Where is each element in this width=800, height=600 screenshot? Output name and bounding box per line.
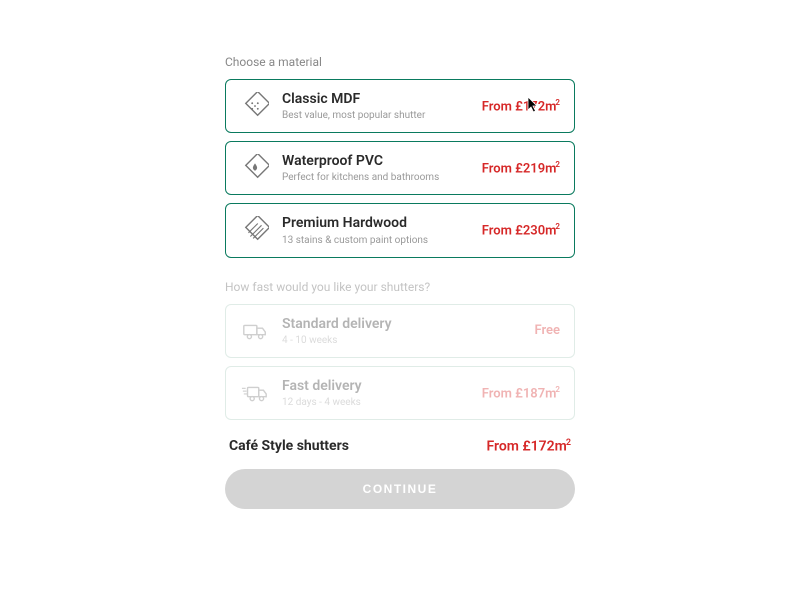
option-body: Classic MDF Best value, most popular shu… bbox=[282, 90, 482, 122]
option-price: From £219m2 bbox=[482, 160, 560, 176]
delivery-section-label: How fast would you like your shutters? bbox=[225, 280, 575, 294]
pvc-icon bbox=[240, 153, 270, 183]
mdf-icon bbox=[240, 91, 270, 121]
option-body: Waterproof PVC Perfect for kitchens and … bbox=[282, 152, 482, 184]
configurator-panel: Choose a material Classic MDF Best value… bbox=[225, 55, 575, 600]
option-title: Fast delivery bbox=[282, 377, 482, 395]
option-price: From £172m2 bbox=[482, 98, 560, 114]
hardwood-icon bbox=[240, 215, 270, 245]
option-title: Classic MDF bbox=[282, 90, 482, 108]
option-title: Waterproof PVC bbox=[282, 152, 482, 170]
material-option-mdf[interactable]: Classic MDF Best value, most popular shu… bbox=[225, 79, 575, 133]
option-price: Free bbox=[534, 323, 560, 338]
option-subtitle: 12 days - 4 weeks bbox=[282, 396, 482, 409]
option-subtitle: Perfect for kitchens and bathrooms bbox=[282, 171, 482, 184]
summary-title: Café Style shutters bbox=[229, 438, 349, 454]
delivery-option-fast[interactable]: Fast delivery 12 days - 4 weeks From £18… bbox=[225, 366, 575, 420]
material-section-label: Choose a material bbox=[225, 55, 575, 69]
option-price: From £230m2 bbox=[482, 222, 560, 238]
option-body: Standard delivery 4 - 10 weeks bbox=[282, 315, 534, 347]
summary-row: Café Style shutters From £172m2 bbox=[225, 428, 575, 469]
option-body: Fast delivery 12 days - 4 weeks bbox=[282, 377, 482, 409]
truck-icon bbox=[240, 316, 270, 346]
option-price: From £187m2 bbox=[482, 385, 560, 401]
option-subtitle: 4 - 10 weeks bbox=[282, 334, 534, 347]
continue-button[interactable]: CONTINUE bbox=[225, 469, 575, 509]
material-option-pvc[interactable]: Waterproof PVC Perfect for kitchens and … bbox=[225, 141, 575, 195]
delivery-option-standard[interactable]: Standard delivery 4 - 10 weeks Free bbox=[225, 304, 575, 358]
option-body: Premium Hardwood 13 stains & custom pain… bbox=[282, 214, 482, 246]
option-title: Standard delivery bbox=[282, 315, 534, 333]
option-subtitle: 13 stains & custom paint options bbox=[282, 234, 482, 247]
material-option-hardwood[interactable]: Premium Hardwood 13 stains & custom pain… bbox=[225, 203, 575, 257]
option-title: Premium Hardwood bbox=[282, 214, 482, 232]
summary-price: From £172m2 bbox=[486, 438, 571, 455]
option-subtitle: Best value, most popular shutter bbox=[282, 109, 482, 122]
fast-truck-icon bbox=[240, 378, 270, 408]
